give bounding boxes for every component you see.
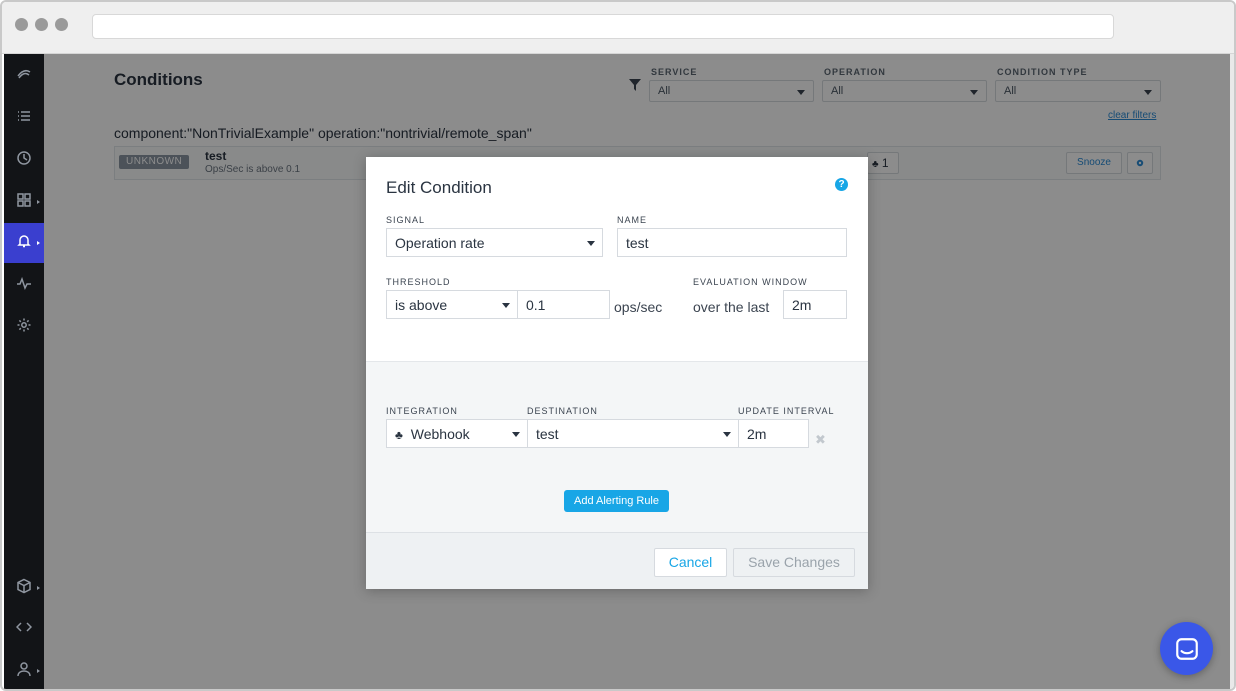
chat-icon xyxy=(1175,637,1198,660)
name-value: test xyxy=(626,235,649,251)
update-interval-input[interactable]: 2m xyxy=(738,419,809,448)
chat-launcher-button[interactable] xyxy=(1160,622,1213,675)
code-icon xyxy=(15,619,33,640)
chevron-down-icon xyxy=(587,241,595,246)
integration-select[interactable]: ♣ Webhook xyxy=(386,419,528,448)
cancel-button[interactable]: Cancel xyxy=(654,548,727,577)
destination-label: DESTINATION xyxy=(527,406,598,416)
integration-value: Webhook xyxy=(410,426,470,442)
signal-value: Operation rate xyxy=(395,235,485,251)
window-minimize-dot[interactable] xyxy=(35,18,48,31)
update-interval-label: UPDATE INTERVAL xyxy=(738,406,835,416)
name-label: NAME xyxy=(617,215,648,225)
address-bar[interactable] xyxy=(92,14,1114,39)
chevron-down-icon xyxy=(502,303,510,308)
name-input[interactable]: test xyxy=(617,228,847,257)
edit-condition-modal: Edit Condition ? SIGNAL Operation rate N… xyxy=(366,157,868,589)
sidebar-item-settings[interactable] xyxy=(4,307,44,347)
window-maximize-dot[interactable] xyxy=(55,18,68,31)
evaluation-window-prefix: over the last xyxy=(693,299,770,315)
cube-icon xyxy=(16,578,32,599)
evaluation-window-value: 2m xyxy=(792,297,812,313)
help-icon[interactable]: ? xyxy=(835,178,848,191)
chevron-right-icon xyxy=(37,241,40,245)
modal-footer: Cancel Save Changes xyxy=(366,532,868,589)
clock-icon xyxy=(16,150,32,171)
sidebar-item-history[interactable] xyxy=(4,140,44,180)
webhook-icon: ♣ xyxy=(395,428,403,442)
add-alerting-rule-button[interactable]: Add Alerting Rule xyxy=(564,490,669,512)
logo-icon xyxy=(16,66,32,87)
sidebar-item-packages[interactable] xyxy=(4,568,44,608)
modal-title: Edit Condition xyxy=(386,178,492,197)
activity-icon xyxy=(16,275,32,296)
threshold-unit: ops/sec xyxy=(614,299,663,315)
integration-label: INTEGRATION xyxy=(386,406,458,416)
remove-rule-icon[interactable]: ✖ xyxy=(815,432,826,448)
window-close-dot[interactable] xyxy=(15,18,28,31)
chevron-down-icon xyxy=(512,432,520,437)
signal-select[interactable]: Operation rate xyxy=(386,228,603,257)
sidebar-item-alerts[interactable] xyxy=(4,223,44,263)
alerting-rules-section: INTEGRATION ♣ Webhook DESTINATION test U… xyxy=(366,361,868,532)
browser-window: Conditions SERVICE All OPERATION All CON… xyxy=(0,0,1236,691)
threshold-label: THRESHOLD xyxy=(386,277,451,287)
save-changes-button[interactable]: Save Changes xyxy=(733,548,855,577)
page-scrollbar[interactable] xyxy=(1230,54,1234,689)
bell-icon xyxy=(16,233,32,254)
browser-titlebar xyxy=(2,2,1234,54)
threshold-operator-value: is above xyxy=(395,297,448,313)
sidebar xyxy=(4,54,44,689)
sidebar-item-developer[interactable] xyxy=(4,609,44,649)
update-interval-value: 2m xyxy=(747,426,767,442)
list-icon xyxy=(16,108,32,129)
threshold-value: 0.1 xyxy=(526,297,546,313)
chevron-right-icon xyxy=(37,669,40,673)
threshold-operator-select[interactable]: is above xyxy=(386,290,518,319)
sidebar-item-account[interactable] xyxy=(4,651,44,689)
sidebar-logo[interactable] xyxy=(4,56,44,96)
evaluation-window-label: EVALUATION WINDOW xyxy=(693,277,808,287)
chevron-right-icon xyxy=(37,200,40,204)
sidebar-item-activity[interactable] xyxy=(4,265,44,305)
destination-select[interactable]: test xyxy=(527,419,739,448)
destination-value: test xyxy=(536,426,559,442)
user-icon xyxy=(16,661,32,682)
chevron-right-icon xyxy=(37,586,40,590)
dashboard-icon xyxy=(16,192,32,213)
threshold-value-input[interactable]: 0.1 xyxy=(517,290,610,319)
gear-icon xyxy=(16,317,32,338)
chevron-down-icon xyxy=(723,432,731,437)
sidebar-item-list[interactable] xyxy=(4,98,44,138)
sidebar-item-dashboards[interactable] xyxy=(4,182,44,222)
evaluation-window-input[interactable]: 2m xyxy=(783,290,847,319)
signal-label: SIGNAL xyxy=(386,215,426,225)
